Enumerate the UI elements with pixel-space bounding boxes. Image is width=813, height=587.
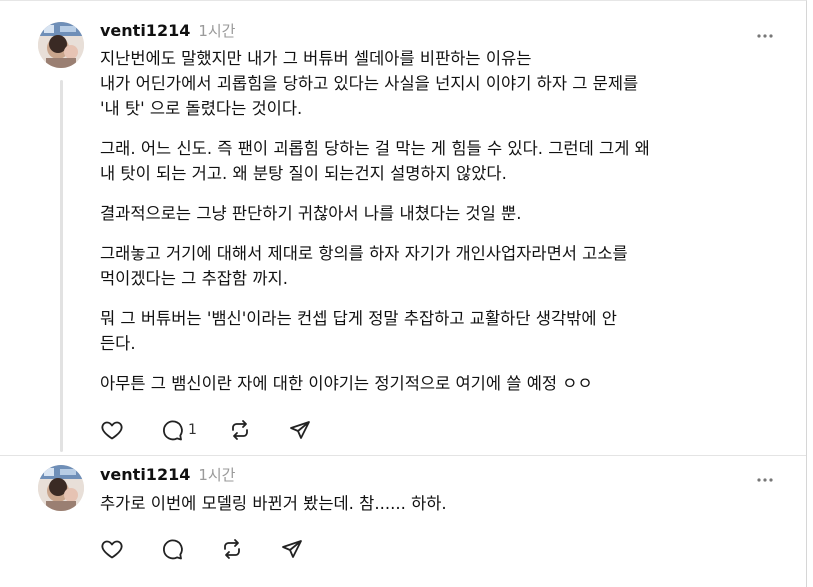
heart-icon xyxy=(101,540,123,559)
paragraph: 그래놓고 거기에 대해서 제대로 항의를 하자 자기가 개인사업자라면서 고소를… xyxy=(100,244,628,288)
speech-bubble-icon xyxy=(163,420,183,441)
action-bar xyxy=(100,536,340,562)
reply-button[interactable] xyxy=(160,536,188,562)
repost-icon xyxy=(224,539,240,559)
paragraph: 결과적으로는 그냥 판단하기 귀찮아서 나를 내쳤다는 것일 뿐. xyxy=(100,204,522,223)
comment-body: 지난번에도 말했지만 내가 그 버튜버 셀데아를 비판하는 이유는 내가 어딘가… xyxy=(100,46,780,411)
comment: venti1214 1시간 지난번에도 말했지만 내가 그 버튜버 셀데아를 비판… xyxy=(0,0,806,455)
comment-header: venti1214 1시간 xyxy=(100,464,236,484)
repost-button[interactable] xyxy=(228,417,252,443)
paragraph: 뭐 그 버튜버는 '뱀신'이라는 컨셉 답게 정말 추잡하고 교활하단 생각밖에… xyxy=(100,309,617,353)
paragraph: 그래. 어느 신도. 즉 팬이 괴롭힘 당하는 걸 막는 게 힘들 수 있다. … xyxy=(100,139,650,183)
comment: venti1214 1시간 추가로 이번에 모델링 바뀐거 봤는데. 참.....… xyxy=(0,456,806,586)
like-button[interactable] xyxy=(100,417,124,443)
paragraph: 아무튼 그 뱀신이란 자에 대한 이야기는 정기적으로 여기에 쓸 예정 ㅇㅇ xyxy=(100,374,593,393)
send-icon xyxy=(290,421,310,439)
send-icon xyxy=(282,540,302,558)
avatar[interactable] xyxy=(38,22,84,68)
comment-body: 추가로 이번에 모델링 바뀐거 봤는데. 참...... 하하. xyxy=(100,491,780,531)
username[interactable]: venti1214 xyxy=(100,21,190,40)
like-button[interactable] xyxy=(100,536,124,562)
avatar[interactable] xyxy=(38,465,84,511)
repost-button[interactable] xyxy=(220,536,244,562)
timestamp[interactable]: 1시간 xyxy=(198,22,235,40)
reply-count: 1 xyxy=(188,422,197,438)
paragraph: 추가로 이번에 모델링 바뀐거 봤는데. 참...... 하하. xyxy=(100,494,447,513)
heart-icon xyxy=(101,421,123,440)
action-bar: 1 xyxy=(100,417,340,443)
more-dots-icon[interactable] xyxy=(756,26,774,38)
share-button[interactable] xyxy=(288,417,312,443)
repost-icon xyxy=(232,420,248,440)
speech-bubble-icon xyxy=(163,539,183,560)
thread-line xyxy=(60,80,63,452)
timestamp[interactable]: 1시간 xyxy=(198,466,235,484)
username[interactable]: venti1214 xyxy=(100,465,190,484)
reply-button[interactable]: 1 xyxy=(160,417,197,443)
comment-header: venti1214 1시간 xyxy=(100,20,236,40)
paragraph: 지난번에도 말했지만 내가 그 버튜버 셀데아를 비판하는 이유는 내가 어딘가… xyxy=(100,49,639,118)
share-button[interactable] xyxy=(280,536,304,562)
more-dots-icon[interactable] xyxy=(756,470,774,482)
